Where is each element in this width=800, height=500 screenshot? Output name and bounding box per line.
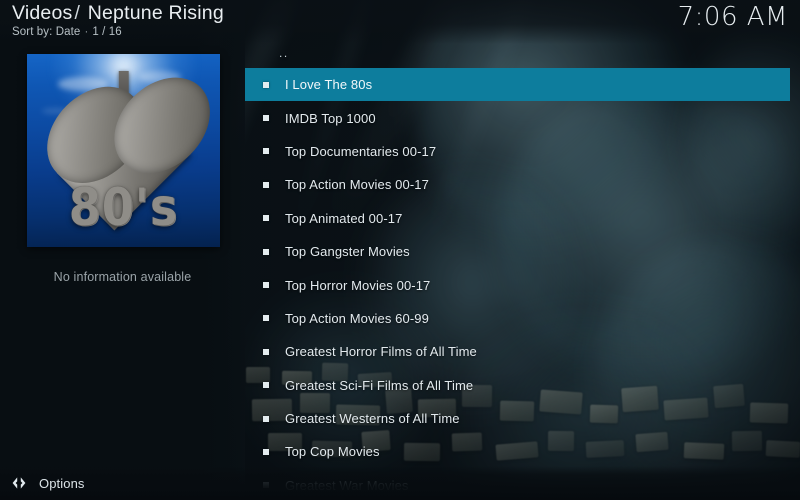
list-item-label: Top Action Movies 00-17	[285, 177, 429, 192]
options-button[interactable]: Options	[11, 475, 85, 491]
options-label: Options	[39, 476, 85, 491]
bullet-icon	[263, 382, 269, 388]
list-item-label: Top Horror Movies 00-17	[285, 278, 430, 293]
bullet-icon	[263, 82, 269, 88]
bottom-bar: Options	[0, 466, 800, 500]
breadcrumb-current: Neptune Rising	[88, 2, 224, 24]
list-item-label: Top Action Movies 60-99	[285, 311, 429, 326]
bullet-icon	[263, 115, 269, 121]
list-item-label: Top Gangster Movies	[285, 244, 410, 259]
list-item[interactable]: Top Documentaries 00-17	[245, 135, 800, 168]
list-item[interactable]: Greatest Horror Films of All Time	[245, 335, 800, 368]
kodi-window: 80's No information available Videos / Ne…	[0, 0, 800, 500]
bullet-icon	[263, 249, 269, 255]
sort-value: Date	[56, 26, 81, 38]
list-item[interactable]: Top Cop Movies	[245, 435, 800, 468]
bullet-icon	[263, 182, 269, 188]
bullet-icon	[263, 282, 269, 288]
sort-separator: ·	[80, 26, 92, 38]
file-list[interactable]: .. I Love The 80s IMDB Top 1000 Top Documen…	[245, 38, 800, 500]
list-item[interactable]: Greatest Westerns of All Time	[245, 402, 800, 435]
list-item-label: Top Animated 00-17	[285, 211, 402, 226]
bullet-icon	[263, 416, 269, 422]
list-item[interactable]: Top Gangster Movies	[245, 235, 800, 268]
list-item-label: IMDB Top 1000	[285, 111, 376, 126]
thumbnail[interactable]: 80's	[27, 54, 220, 247]
sort-prefix: Sort by:	[12, 26, 52, 38]
list-item[interactable]: Top Action Movies 60-99	[245, 302, 800, 335]
list-item-label: I Love The 80s	[285, 77, 372, 92]
list-item-label: Greatest Westerns of All Time	[285, 411, 460, 426]
bullet-icon	[263, 215, 269, 221]
bullet-icon	[263, 315, 269, 321]
top-bar: Videos / Neptune Rising Sort by: Date · 1 /…	[0, 0, 800, 44]
list-item-label: Top Documentaries 00-17	[285, 144, 436, 159]
bullet-icon	[263, 349, 269, 355]
thumbnail-image: 80's	[27, 54, 220, 247]
list-item-label: Top Cop Movies	[285, 444, 380, 459]
item-count: 1 / 16	[92, 26, 121, 38]
list-item-label: Greatest Sci-Fi Films of All Time	[285, 378, 473, 393]
sort-info[interactable]: Sort by: Date · 1 / 16	[12, 26, 224, 38]
thumbnail-eighties-text: 80's	[27, 176, 220, 236]
list-item[interactable]: Top Action Movies 00-17	[245, 168, 800, 201]
info-panel: 80's No information available	[0, 0, 245, 500]
clock: 7:06 AM	[678, 2, 788, 32]
list-item[interactable]: I Love The 80s	[245, 68, 800, 101]
breadcrumb-separator: /	[72, 2, 82, 24]
bullet-icon	[263, 449, 269, 455]
list-item-label: ..	[279, 46, 289, 60]
left-right-chevron-icon	[11, 475, 27, 491]
list-item[interactable]: Top Horror Movies 00-17	[245, 268, 800, 301]
breadcrumb: Videos / Neptune Rising Sort by: Date · 1 /…	[12, 2, 224, 38]
list-item[interactable]: Greatest Sci-Fi Films of All Time	[245, 369, 800, 402]
list-item[interactable]: IMDB Top 1000	[245, 101, 800, 134]
breadcrumb-root[interactable]: Videos	[12, 2, 72, 24]
list-item-label: Greatest Horror Films of All Time	[285, 344, 477, 359]
list-item[interactable]: Top Animated 00-17	[245, 202, 800, 235]
no-information-label: No information available	[0, 270, 245, 284]
bullet-icon	[263, 148, 269, 154]
